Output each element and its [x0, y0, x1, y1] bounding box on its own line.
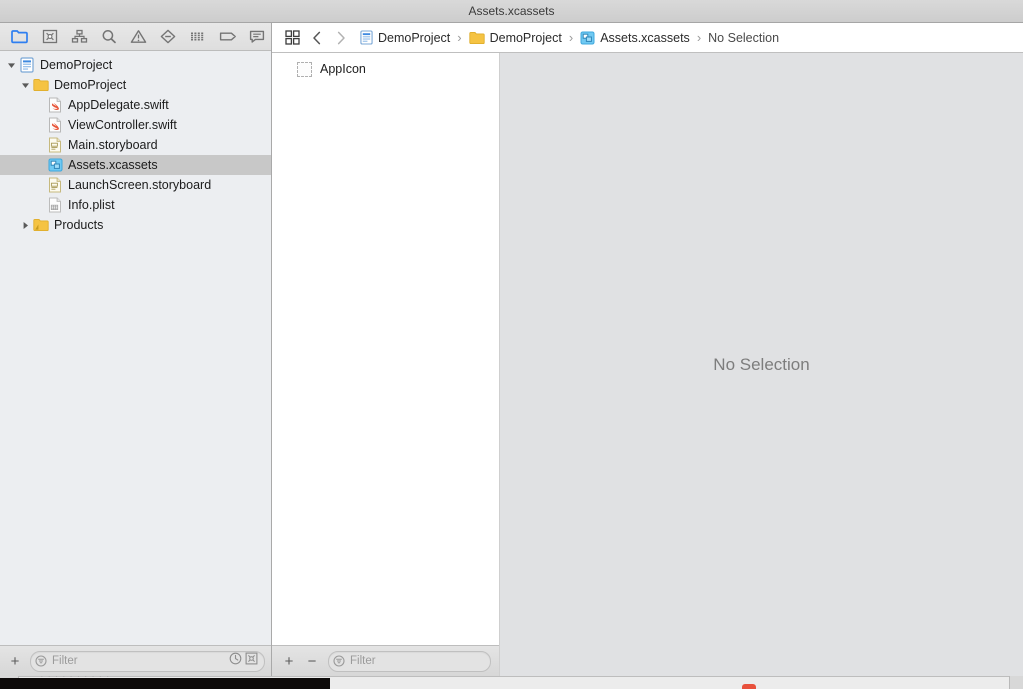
navigator-filter-bar: + Filter — [0, 645, 271, 676]
tree-row-label: DemoProject — [40, 58, 113, 72]
folder-icon — [468, 31, 485, 45]
window-titlebar: Assets.xcassets — [0, 0, 1023, 23]
navigator-filter-placeholder: Filter — [52, 655, 78, 667]
background-dark-band — [0, 678, 330, 689]
xcode-window: Assets.xcassets DemoProject DemoProject … — [0, 0, 1023, 676]
breadcrumb-item-selection[interactable]: No Selection — [708, 31, 779, 45]
asset-name-label: AppIcon — [320, 62, 366, 76]
assets-catalog-icon — [580, 31, 595, 45]
source-control-filter-icon[interactable] — [245, 652, 258, 670]
xcode-project-icon — [18, 57, 36, 73]
test-navigator-icon[interactable] — [154, 26, 182, 48]
tree-row[interactable]: Main.storyboard — [0, 135, 271, 155]
disclosure-triangle-open-icon[interactable] — [18, 81, 32, 90]
breadcrumb-label: DemoProject — [489, 30, 562, 45]
asset-filter-bar: + − Filter — [272, 645, 499, 676]
asset-list-pane: AppIcon + − Filter — [272, 53, 500, 676]
image-placeholder-icon — [297, 61, 312, 77]
assets-catalog-icon — [46, 157, 64, 173]
navigator-filter-field[interactable]: Filter — [30, 650, 265, 672]
find-navigator-icon[interactable] — [95, 26, 123, 48]
tree-row-label: DemoProject — [54, 78, 127, 92]
detail-pane: No Selection — [500, 53, 1023, 676]
symbol-navigator-icon[interactable] — [65, 26, 93, 48]
tree-row-label: Main.storyboard — [68, 138, 158, 152]
tree-row-label: ViewController.swift — [68, 118, 177, 132]
screen: · · · · · · · · · · Assets.xcassets Demo… — [0, 0, 1023, 689]
navigator-pane: DemoProject DemoProject AppDelegate.swif… — [0, 23, 272, 676]
editor-pane: DemoProject › DemoProject › Assets.xcass… — [272, 23, 1023, 676]
debug-navigator-icon[interactable] — [184, 26, 212, 48]
asset-list[interactable]: AppIcon — [272, 53, 499, 645]
breadcrumb-label: No Selection — [708, 30, 780, 45]
folder-icon — [32, 217, 50, 233]
remove-asset-button[interactable]: − — [303, 651, 321, 671]
tree-row-label: AppDelegate.swift — [68, 98, 169, 112]
window-body: DemoProject DemoProject AppDelegate.swif… — [0, 23, 1023, 676]
breadcrumb-item-assets[interactable]: Assets.xcassets — [580, 31, 690, 45]
breadcrumb-separator: › — [568, 30, 574, 45]
breadcrumb-separator: › — [457, 30, 462, 45]
breadcrumb-item-project[interactable]: DemoProject — [360, 30, 450, 45]
tree-row-label: LaunchScreen.storyboard — [68, 178, 212, 192]
storyboard-file-icon — [46, 137, 64, 153]
project-navigator-icon[interactable] — [6, 26, 34, 48]
clock-icon[interactable] — [229, 652, 242, 670]
background-red-indicator — [742, 684, 756, 689]
forward-button[interactable] — [330, 27, 352, 49]
editor-split: AppIcon + − Filter No Selection — [272, 53, 1023, 676]
navigator-toolbar — [0, 23, 271, 51]
tree-row-label: Products — [54, 218, 104, 232]
disclosure-triangle-open-icon[interactable] — [4, 61, 18, 70]
add-file-button[interactable]: + — [6, 651, 24, 671]
list-item[interactable]: AppIcon — [272, 58, 499, 80]
tree-row-label: Assets.xcassets — [68, 158, 158, 172]
tree-row-label: Info.plist — [68, 198, 115, 212]
tree-row[interactable]: LaunchScreen.storyboard — [0, 175, 271, 195]
window-title: Assets.xcassets — [468, 4, 555, 18]
no-selection-message: No Selection — [713, 354, 810, 374]
breadcrumb-label: DemoProject — [378, 30, 451, 45]
tree-row[interactable]: ViewController.swift — [0, 115, 271, 135]
tree-row[interactable]: AppDelegate.swift — [0, 95, 271, 115]
asset-filter-field[interactable]: Filter — [328, 650, 491, 672]
filter-icon — [35, 655, 47, 667]
breadcrumb: DemoProject › DemoProject › Assets.xcass… — [272, 23, 1023, 53]
assistant-grid-icon[interactable] — [280, 27, 304, 49]
breadcrumb-path: DemoProject › DemoProject › Assets.xcass… — [360, 30, 779, 45]
swift-file-icon — [46, 117, 64, 133]
breadcrumb-label: Assets.xcassets — [600, 30, 690, 45]
folder-icon — [32, 77, 50, 93]
issue-navigator-icon[interactable] — [125, 26, 153, 48]
xcode-project-icon — [360, 30, 373, 45]
disclosure-triangle-closed-icon[interactable] — [18, 221, 32, 230]
plist-file-icon — [46, 197, 64, 213]
back-button[interactable] — [306, 27, 328, 49]
breadcrumb-separator: › — [696, 30, 702, 45]
breadcrumb-item-folder[interactable]: DemoProject — [468, 30, 562, 45]
source-control-navigator-icon[interactable] — [36, 26, 64, 48]
filter-icon — [333, 655, 345, 667]
report-navigator-icon[interactable] — [243, 26, 271, 48]
swift-file-icon — [46, 97, 64, 113]
tree-row-assets-xcassets[interactable]: Assets.xcassets — [0, 155, 271, 175]
asset-filter-placeholder: Filter — [350, 655, 376, 667]
storyboard-file-icon — [46, 177, 64, 193]
tree-row[interactable]: Products — [0, 215, 271, 235]
tree-row[interactable]: DemoProject — [0, 55, 271, 75]
breakpoint-navigator-icon[interactable] — [214, 26, 242, 48]
project-navigator-tree[interactable]: DemoProject DemoProject AppDelegate.swif… — [0, 51, 271, 645]
tree-row[interactable]: Info.plist — [0, 195, 271, 215]
add-asset-button[interactable]: + — [280, 651, 298, 671]
tree-row[interactable]: DemoProject — [0, 75, 271, 95]
